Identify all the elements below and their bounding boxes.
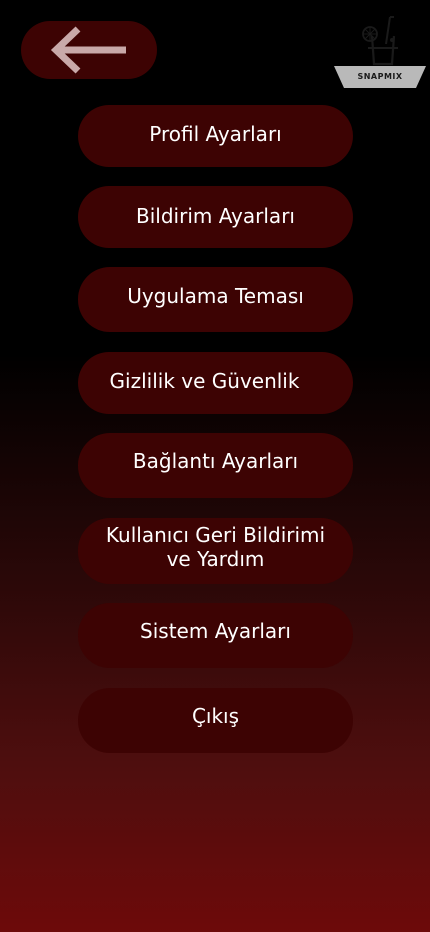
connection-settings-label: Bağlantı Ayarları (132, 449, 299, 473)
privacy-security-button[interactable]: Gizlilik ve Güvenlik (78, 352, 353, 414)
feedback-help-button[interactable]: Kullanıcı Geri Bildirimi ve Yardım (78, 518, 353, 584)
connection-settings-button[interactable]: Bağlantı Ayarları (78, 433, 353, 498)
back-button[interactable] (21, 21, 157, 79)
notification-settings-label: Bildirim Ayarları (136, 204, 295, 228)
profile-settings-label: Profil Ayarları (149, 122, 282, 146)
arrow-left-icon (50, 26, 126, 74)
logout-button[interactable]: Çıkış (78, 688, 353, 753)
logout-label: Çıkış (191, 704, 240, 728)
system-settings-button[interactable]: Sistem Ayarları (78, 603, 353, 668)
privacy-security-label: Gizlilik ve Güvenlik (109, 369, 300, 393)
app-theme-button[interactable]: Uygulama Teması (78, 267, 353, 332)
app-theme-label: Uygulama Teması (127, 284, 304, 308)
logo-text: SNAPMIX (357, 72, 403, 81)
system-settings-label: Sistem Ayarları (140, 619, 291, 643)
feedback-help-label: Kullanıcı Geri Bildirimi ve Yardım (105, 523, 326, 571)
app-logo: SNAPMIX (332, 14, 428, 90)
notification-settings-button[interactable]: Bildirim Ayarları (78, 186, 353, 248)
profile-settings-button[interactable]: Profil Ayarları (78, 105, 353, 167)
